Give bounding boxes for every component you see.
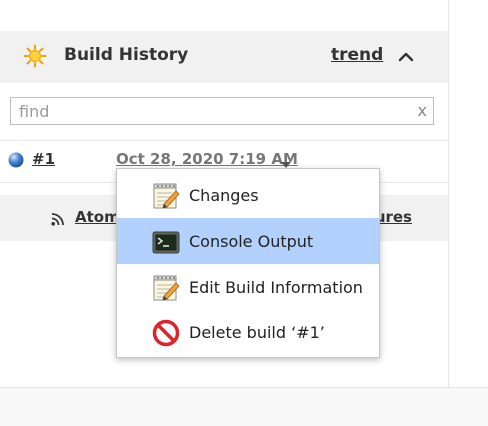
sun-icon [23,44,47,68]
menu-item-edit-build-information[interactable]: Edit Build Information [117,264,379,310]
rss-icon [51,211,65,226]
atom-feed-link[interactable]: Atom [75,208,120,226]
menu-item-console-output[interactable]: Console Output [117,218,379,264]
search-box: x [10,97,434,125]
menu-item-label: Edit Build Information [189,278,363,297]
menu-item-label: Delete build ‘#1’ [189,323,325,342]
clear-search-button[interactable]: x [418,101,427,120]
menu-item-delete-build[interactable]: Delete build ‘#1’ [117,309,379,355]
menu-item-label: Changes [189,186,259,205]
page-footer [0,387,488,426]
page-divider [448,0,449,387]
blue-ball-icon [8,152,24,168]
failures-feed-link[interactable]: ures [375,208,412,226]
no-entry-icon [152,319,180,347]
trend-link[interactable]: trend [331,45,383,65]
menu-item-label: Console Output [189,232,314,251]
build-history-header: Build History trend [0,31,448,83]
build-history-title: Build History [64,45,189,65]
chevron-up-icon[interactable] [397,48,415,66]
notepad-icon [152,182,180,210]
menu-item-changes[interactable]: Changes [117,172,379,218]
caret-down-icon[interactable] [280,154,292,168]
build-date-link[interactable]: Oct 28, 2020 7:19 AM [116,150,298,168]
build-number-link[interactable]: #1 [32,150,55,168]
notepad-icon [152,274,180,302]
terminal-icon [152,228,180,256]
search-input[interactable] [11,98,406,124]
build-context-menu: Changes Console Output Edit Build Inform [116,168,380,358]
